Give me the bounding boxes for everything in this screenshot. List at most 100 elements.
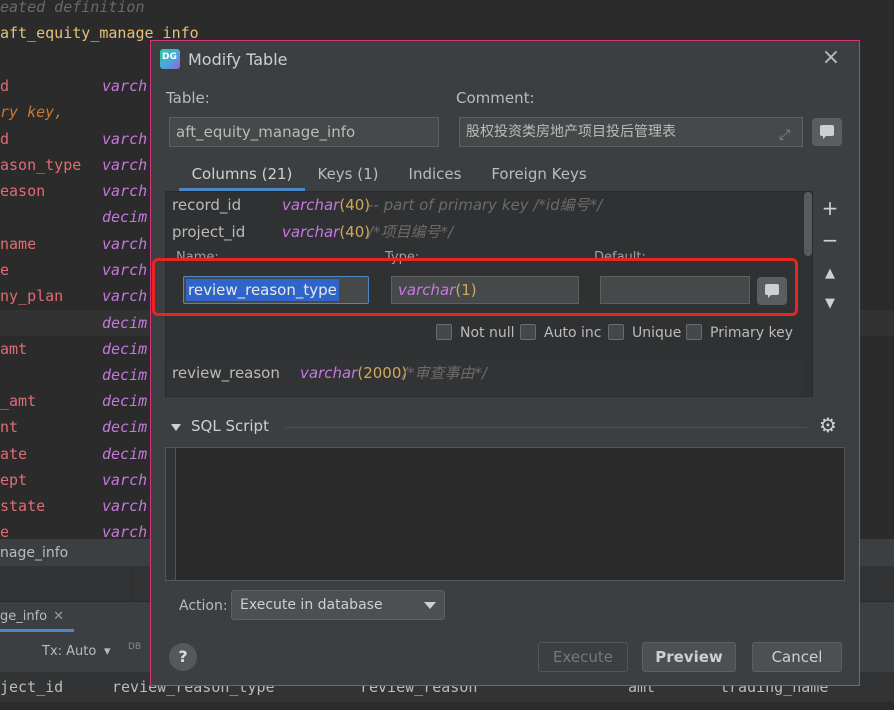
- not-null-checkbox[interactable]: Not null: [436, 324, 515, 344]
- vertical-scrollbar[interactable]: [804, 192, 812, 396]
- comment-input[interactable]: 股权投资类房地产项目投后管理表: [459, 117, 803, 147]
- code-column-name: e: [0, 261, 10, 279]
- preview-button[interactable]: Preview: [642, 642, 736, 672]
- code-column-type: decim: [102, 208, 148, 226]
- type-label: Type:: [385, 250, 420, 265]
- code-column-type: decim: [102, 314, 148, 332]
- results-tab[interactable]: ge_info ✕: [0, 602, 75, 632]
- column-comment: /*项目编号*/: [368, 223, 454, 241]
- move-up-icon[interactable]: ▲: [819, 263, 841, 285]
- dialog-title-bar[interactable]: Modify Table ×: [151, 41, 859, 79]
- collapse-icon[interactable]: [171, 424, 181, 431]
- code-line: ate decim: [0, 441, 150, 467]
- close-tab-icon[interactable]: ✕: [53, 609, 64, 624]
- code-line: ason_type varch: [0, 152, 150, 178]
- primary-key-checkbox[interactable]: Primary key: [686, 324, 793, 344]
- speech-bubble-icon: [820, 125, 834, 139]
- code-column-type: varch: [102, 471, 148, 489]
- code-line: e varch: [0, 257, 150, 283]
- code-column-type: decim: [102, 418, 148, 436]
- code-line: ny_plan varch: [0, 283, 150, 309]
- transaction-mode-select[interactable]: Tx: Auto: [42, 644, 96, 659]
- auto-inc-checkbox[interactable]: Auto inc: [520, 324, 601, 344]
- code-column-type: varch: [102, 261, 148, 279]
- expand-icon[interactable]: ⤢: [779, 127, 790, 143]
- code-line: d varch: [0, 126, 150, 152]
- column-name: review_reason: [172, 364, 280, 382]
- code-column-name: name: [0, 235, 37, 253]
- selected-text: review_reason_type: [186, 279, 339, 301]
- column-header[interactable]: ject_id: [0, 672, 63, 702]
- table-row[interactable]: review_reason varchar(2000) /*审查事由*/: [166, 360, 802, 386]
- code-line: _amt decim: [0, 388, 150, 414]
- column-default-input[interactable]: [600, 276, 750, 304]
- code-line: nt decim: [0, 414, 150, 440]
- tab-foreign-keys[interactable]: Foreign Keys: [489, 159, 589, 191]
- code-column-name: ate: [0, 445, 28, 463]
- code-column-name: _amt: [0, 392, 37, 410]
- close-icon[interactable]: ×: [819, 47, 843, 71]
- tab-keys[interactable]: Keys (1): [317, 159, 379, 191]
- column-type-input[interactable]: varchar(1): [391, 276, 579, 304]
- code-column-name: ept: [0, 471, 28, 489]
- table-row[interactable]: record_id varchar(40) -- part of primary…: [166, 192, 802, 218]
- code-line: decim: [0, 310, 150, 336]
- code-column-type: decim: [102, 366, 148, 384]
- add-icon[interactable]: +: [819, 197, 841, 219]
- help-button[interactable]: ?: [169, 643, 197, 671]
- structure-tab-label[interactable]: nage_info: [0, 545, 68, 561]
- code-column-type: varch: [102, 182, 148, 200]
- code-column-type: decim: [102, 340, 148, 358]
- code-line: decim: [0, 204, 150, 230]
- column-comment-button[interactable]: [757, 277, 787, 305]
- code-line: state varch: [0, 493, 150, 519]
- code-line: decim: [0, 362, 150, 388]
- column-type: varchar(2000): [300, 364, 408, 382]
- column-editor: Name: Type: Default: review_reason_type …: [166, 250, 802, 358]
- db-icon[interactable]: DB: [128, 642, 141, 652]
- code-comment: eated definition: [0, 0, 145, 16]
- cancel-button[interactable]: Cancel: [752, 642, 842, 672]
- remove-icon[interactable]: −: [819, 229, 841, 251]
- divider: [285, 427, 807, 428]
- column-tools: + − ▲ ▼: [815, 191, 845, 397]
- table-label: Table:: [166, 89, 210, 107]
- table-row[interactable]: [166, 386, 802, 396]
- code-line: ept varch: [0, 467, 150, 493]
- code-column-name: d: [0, 77, 10, 95]
- table-row[interactable]: [0, 702, 894, 710]
- comment-bubble-button[interactable]: [812, 118, 842, 146]
- tab-indices[interactable]: Indices: [407, 159, 463, 191]
- code-column-name: eason: [0, 182, 46, 200]
- column-name-input[interactable]: review_reason_type: [183, 276, 369, 304]
- column-type: varchar(40): [282, 196, 371, 214]
- code-column-type: varch: [102, 235, 148, 253]
- columns-list[interactable]: record_id varchar(40) -- part of primary…: [165, 191, 813, 397]
- move-down-icon[interactable]: ▼: [819, 293, 841, 315]
- table-row[interactable]: project_id varchar(40) /*项目编号*/: [166, 219, 802, 245]
- gear-icon[interactable]: ⚙: [819, 413, 837, 437]
- modify-table-dialog: Modify Table × Table: Comment: aft_equit…: [150, 40, 860, 686]
- scrollbar-thumb[interactable]: [804, 192, 812, 256]
- tab-columns[interactable]: Columns (21): [179, 159, 305, 191]
- execute-button[interactable]: Execute: [538, 642, 628, 672]
- table-name-input[interactable]: aft_equity_manage_info: [169, 117, 439, 147]
- tx-dropdown-icon[interactable]: ▾: [104, 644, 111, 659]
- column-name: project_id: [172, 223, 246, 241]
- sql-script-title[interactable]: SQL Script: [191, 417, 269, 435]
- code-line: amt decim: [0, 336, 150, 362]
- code-line: eason varch: [0, 178, 150, 204]
- sql-script-section: SQL Script ⚙: [165, 413, 845, 443]
- column-comment: /*审查事由*/: [402, 364, 488, 382]
- code-primary-key: ry key,: [0, 103, 64, 121]
- code-column-name: amt: [0, 340, 28, 358]
- code-line: d varch: [0, 73, 150, 99]
- column-comment: -- part of primary key /*id编号*/: [368, 196, 603, 214]
- code-column-name: ason_type: [0, 156, 82, 174]
- speech-bubble-icon: [765, 284, 779, 298]
- action-select[interactable]: Execute in database: [231, 590, 445, 620]
- unique-checkbox[interactable]: Unique: [608, 324, 681, 344]
- column-name: record_id: [172, 196, 242, 214]
- sql-script-editor[interactable]: [165, 447, 845, 581]
- results-tab-label: ge_info: [0, 609, 48, 624]
